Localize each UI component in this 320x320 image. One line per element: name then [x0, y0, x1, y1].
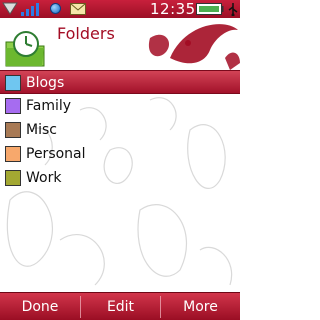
battery-icon: [196, 3, 224, 15]
list-item-family[interactable]: Family: [0, 94, 240, 118]
folder-list: Blogs Family Misc Personal Work: [0, 70, 240, 292]
clock: 12:35: [150, 0, 196, 18]
softkey-bar: Done Edit More: [0, 292, 240, 320]
signal-triangle-icon: [2, 2, 18, 15]
more-button[interactable]: More: [161, 293, 240, 320]
color-swatch: [5, 75, 21, 91]
list-item-label: Work: [26, 170, 62, 186]
list-item-label: Personal: [26, 146, 86, 162]
list-item-label: Misc: [26, 122, 57, 138]
color-swatch: [5, 170, 21, 186]
floral-decoration: [148, 24, 240, 70]
list-item-blogs[interactable]: Blogs: [0, 70, 240, 94]
header: Folders: [0, 18, 240, 70]
folder-clock-icon: [5, 31, 45, 67]
signal-bars-icon: [21, 3, 39, 16]
done-button[interactable]: Done: [0, 293, 80, 320]
color-swatch: [5, 122, 21, 138]
color-swatch: [5, 146, 21, 162]
list-item-label: Family: [26, 98, 72, 114]
mail-icon: [70, 3, 86, 15]
usb-icon: [228, 3, 238, 16]
status-bar: 12:35: [0, 0, 240, 18]
list-item-personal[interactable]: Personal: [0, 142, 240, 166]
page-title: Folders: [57, 24, 115, 43]
color-swatch: [5, 98, 21, 114]
list-item-label: Blogs: [26, 75, 65, 91]
list-item-work[interactable]: Work: [0, 166, 240, 190]
globe-icon: [50, 3, 61, 14]
edit-button[interactable]: Edit: [81, 293, 160, 320]
list-item-misc[interactable]: Misc: [0, 118, 240, 142]
